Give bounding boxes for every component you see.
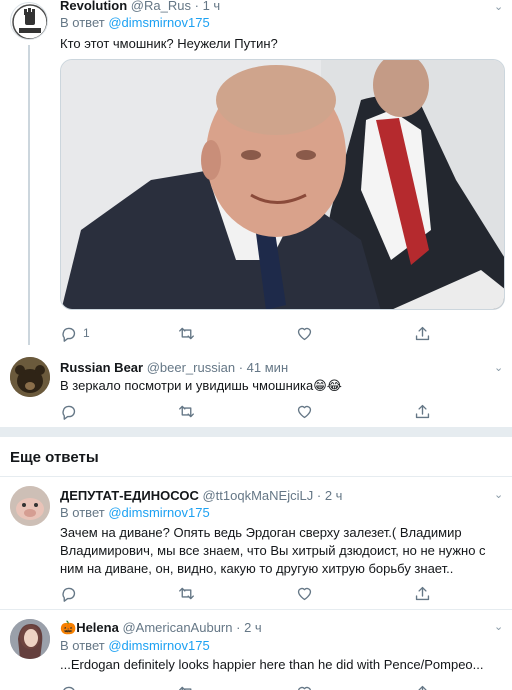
retweet-icon (179, 686, 192, 690)
avatar[interactable] (10, 2, 48, 40)
tweet-text: ...Erdogan definitely looks happier here… (60, 657, 484, 672)
retweet-button[interactable] (178, 323, 195, 343)
tweet-text: В зеркало посмотри и увидишь чмошника😁😂 (60, 378, 343, 393)
tweet-header: Revolution @Ra_Rus · 1 ч (60, 0, 220, 14)
pig-avatar-icon (10, 486, 50, 526)
retweet-button[interactable] (178, 682, 195, 690)
heart-icon (297, 405, 312, 418)
tweet-header: ДЕПУТАТ-ЕДИНОСОС @tt1oqkMaNEjciLJ · 2 ч (60, 488, 342, 504)
tweet-deputat[interactable]: ДЕПУТАТ-ЕДИНОСОС @tt1oqkMaNEjciLJ · 2 ч … (0, 477, 512, 609)
reply-button[interactable] (60, 401, 77, 421)
avatar[interactable] (10, 357, 50, 397)
like-button[interactable] (296, 583, 313, 603)
separator-dot: · (316, 488, 322, 503)
author-handle[interactable]: @AmericanAuburn (122, 620, 232, 635)
reply-icon (62, 405, 76, 420)
reply-button[interactable]: 1 (60, 323, 90, 343)
heart-icon (297, 587, 312, 600)
reply-prefix: В ответ (60, 505, 105, 520)
heart-icon (297, 327, 312, 340)
retweet-icon (179, 327, 194, 339)
reply-button[interactable] (60, 583, 77, 603)
thread-line (28, 45, 30, 345)
share-icon (415, 326, 430, 340)
timestamp[interactable]: 41 мин (247, 360, 288, 375)
reply-context: В ответ @dimsmirnov175 (60, 638, 210, 654)
share-icon (418, 685, 427, 690)
chevron-down-icon[interactable]: ⌄ (494, 361, 503, 374)
reply-handle-link[interactable]: @dimsmirnov175 (108, 15, 209, 30)
avatar[interactable] (10, 486, 50, 526)
reply-context: В ответ @dimsmirnov175 (60, 15, 210, 31)
tweet-actions (60, 682, 500, 690)
timestamp[interactable]: 2 ч (244, 620, 262, 635)
author-name[interactable]: Russian Bear (60, 360, 143, 375)
tweet-revolution[interactable]: Revolution @Ra_Rus · 1 ч ⌄ В ответ @dims… (0, 0, 512, 349)
share-button[interactable] (414, 583, 431, 603)
reply-count: 1 (83, 326, 90, 340)
pumpkin-icon: 🎃 (60, 620, 77, 635)
tweet-header: Russian Bear @beer_russian · 41 мин (60, 360, 288, 376)
share-button[interactable] (414, 401, 431, 421)
avatar[interactable] (10, 619, 50, 659)
tweet-actions (60, 583, 500, 603)
share-button[interactable] (414, 682, 431, 690)
timestamp[interactable]: 1 ч (203, 0, 221, 13)
separator-dot: · (236, 620, 241, 635)
separator-dot: · (194, 0, 199, 13)
timestamp[interactable]: 2 ч (325, 488, 343, 503)
like-button[interactable] (296, 323, 313, 343)
reply-icon (62, 587, 76, 602)
reply-icon (62, 327, 76, 342)
separator-dot: · (238, 360, 244, 375)
revolution-logo-icon (12, 4, 47, 39)
share-icon (415, 404, 430, 418)
reply-handle-link[interactable]: @dimsmirnov175 (108, 505, 209, 520)
author-handle[interactable]: @Ra_Rus (131, 0, 191, 13)
more-replies-title: Еще ответы (10, 449, 99, 466)
tweet-actions (60, 401, 500, 421)
author-name[interactable]: Helena (76, 620, 119, 635)
reply-prefix: В ответ (60, 15, 105, 30)
like-button[interactable] (296, 401, 313, 421)
helena-avatar-icon (10, 619, 50, 659)
retweet-button[interactable] (178, 401, 195, 421)
reply-context: В ответ @dimsmirnov175 (60, 505, 210, 521)
share-icon (415, 586, 430, 600)
reply-icon (63, 686, 75, 690)
chevron-down-icon[interactable]: ⌄ (494, 620, 503, 633)
tweet-actions: 1 (60, 323, 500, 343)
author-name[interactable]: Revolution (60, 0, 127, 13)
retweet-button[interactable] (178, 583, 195, 603)
chevron-down-icon[interactable]: ⌄ (494, 0, 503, 13)
reply-prefix: В ответ (60, 638, 105, 653)
like-button[interactable] (296, 682, 313, 690)
retweet-icon (179, 587, 194, 599)
chevron-down-icon[interactable]: ⌄ (494, 488, 503, 501)
bear-avatar-icon (10, 357, 50, 397)
tweet-helena[interactable]: 🎃Helena @AmericanAuburn · 2 ч ⌄ В ответ … (0, 610, 512, 690)
author-handle[interactable]: @tt1oqkMaNEjciLJ (202, 488, 313, 503)
heart-icon (297, 686, 312, 690)
share-button[interactable] (414, 323, 431, 343)
tweet-text: Кто этот чмошник? Неужели Путин? (60, 36, 278, 51)
tweet-header: 🎃Helena @AmericanAuburn · 2 ч (60, 620, 262, 636)
tweet-russian-bear[interactable]: Russian Bear @beer_russian · 41 мин ⌄ В … (0, 349, 512, 426)
retweet-icon (179, 405, 194, 417)
reply-button[interactable] (60, 682, 77, 690)
author-handle[interactable]: @beer_russian (147, 360, 235, 375)
reply-handle-link[interactable]: @dimsmirnov175 (108, 638, 209, 653)
tweet-text: Зачем на диване? Опять ведь Эрдоган свер… (60, 525, 486, 576)
tweet-photo[interactable] (60, 59, 505, 310)
author-name[interactable]: ДЕПУТАТ-ЕДИНОСОС (60, 488, 199, 503)
section-divider (0, 427, 512, 437)
photo-image (61, 60, 504, 309)
